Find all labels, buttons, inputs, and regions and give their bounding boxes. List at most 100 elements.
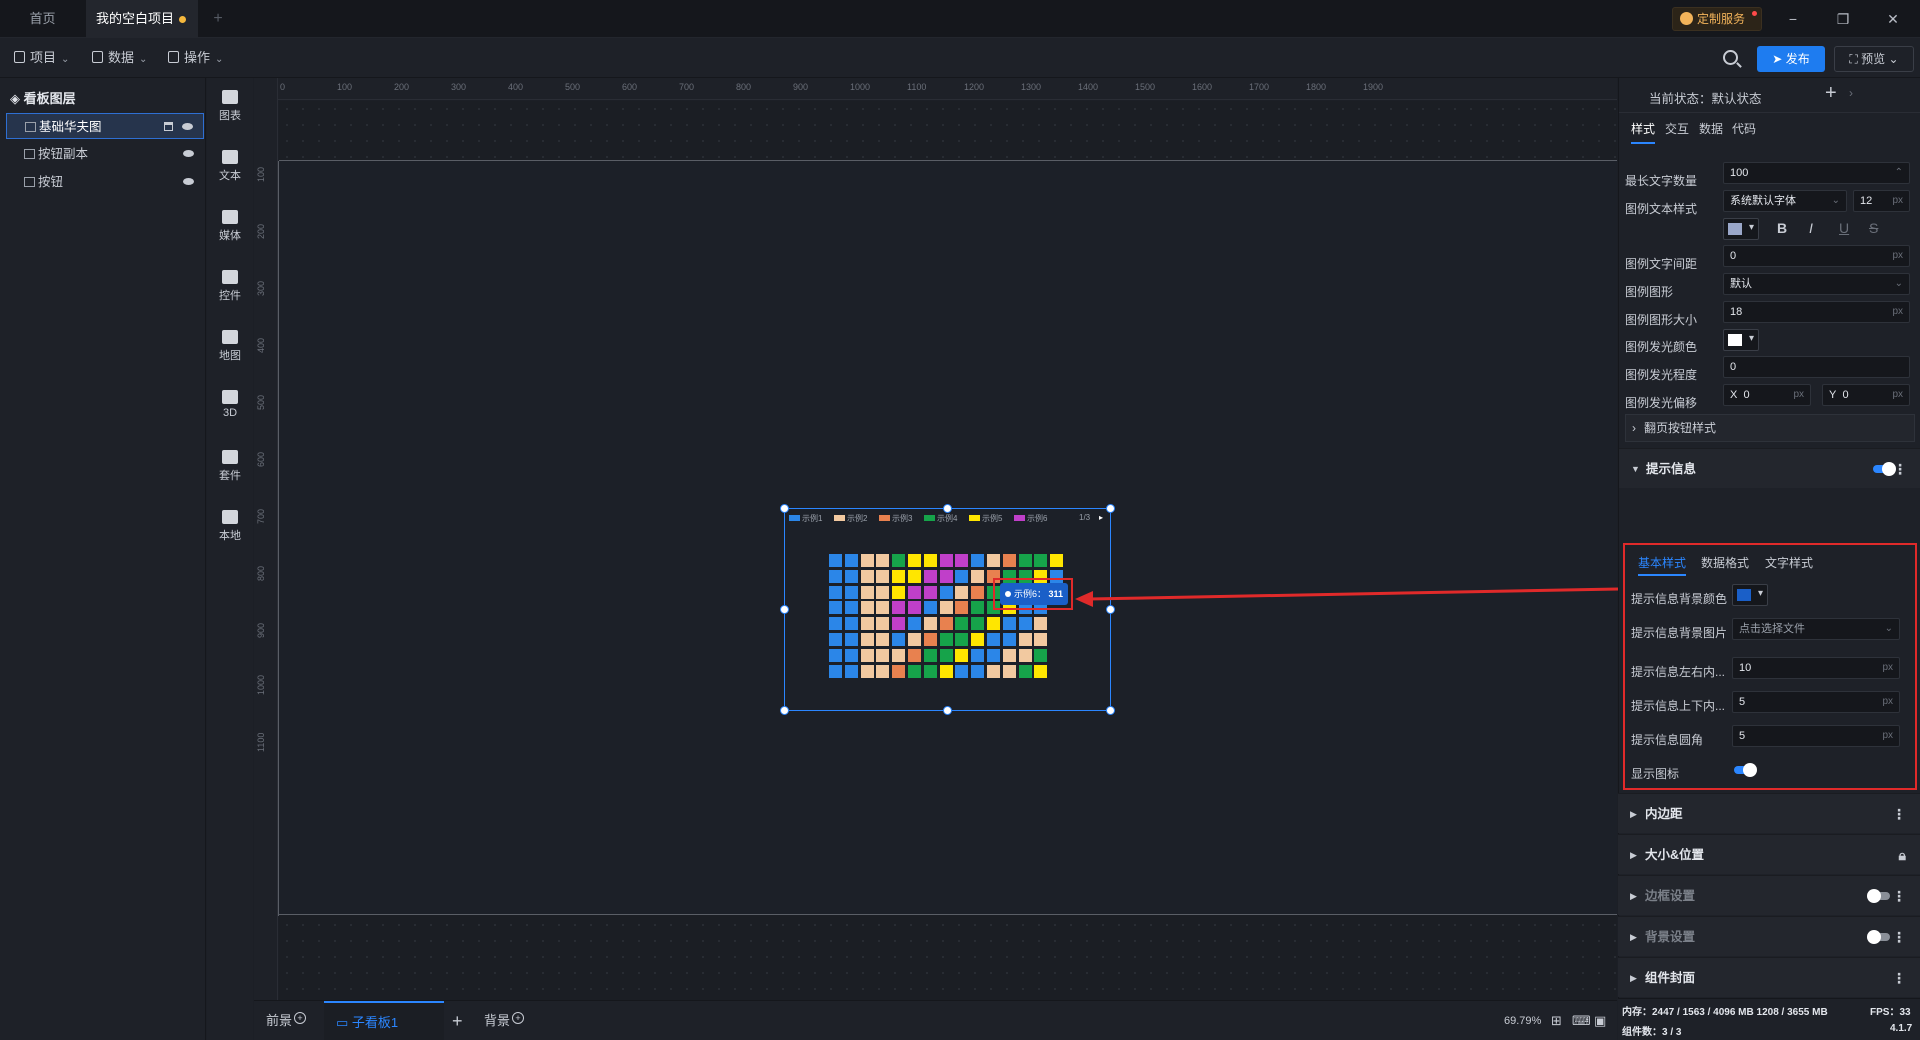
tooltip-toggle[interactable] bbox=[1873, 462, 1896, 476]
strikethrough-icon[interactable]: S bbox=[1869, 220, 1878, 236]
waffle-cell[interactable] bbox=[1050, 554, 1064, 567]
waffle-cell[interactable] bbox=[971, 648, 985, 662]
tab-style[interactable]: 样式 bbox=[1631, 120, 1656, 144]
legend-glow-offset-x-input[interactable]: X 0 px bbox=[1723, 384, 1811, 406]
waffle-cell[interactable] bbox=[1018, 664, 1032, 678]
section-padding[interactable]: ▶ 内边距 ⋮ bbox=[1618, 793, 1920, 833]
waffle-cell[interactable] bbox=[939, 585, 953, 599]
waffle-cell[interactable] bbox=[923, 569, 937, 583]
waffle-cell[interactable] bbox=[939, 569, 953, 583]
waffle-cell[interactable] bbox=[971, 664, 985, 678]
tool-media[interactable]: 媒体 bbox=[207, 210, 253, 243]
waffle-cell[interactable] bbox=[955, 554, 969, 567]
menu-project[interactable]: 项目 ⌄ bbox=[14, 38, 69, 78]
waffle-cell[interactable] bbox=[844, 569, 858, 583]
legend-shape-select[interactable]: 默认 ⌄ bbox=[1723, 273, 1910, 295]
legend-item[interactable]: 示例4 bbox=[924, 513, 957, 524]
fit-screen-icon[interactable]: ⊞ bbox=[1551, 1001, 1562, 1040]
waffle-cell[interactable] bbox=[1002, 648, 1016, 662]
waffle-cell[interactable] bbox=[908, 664, 921, 678]
section-border[interactable]: ▶ 边框设置 ⋮ bbox=[1618, 875, 1920, 915]
tool-control[interactable]: 控件 bbox=[207, 270, 253, 303]
tab-data[interactable]: 数据 bbox=[1699, 120, 1723, 137]
waffle-cell[interactable] bbox=[908, 617, 921, 631]
waffle-cell[interactable] bbox=[971, 617, 985, 631]
legend-text-color-picker[interactable] bbox=[1723, 218, 1759, 240]
waffle-cell[interactable] bbox=[829, 633, 842, 646]
menu-data[interactable]: 数据 ⌄ bbox=[92, 38, 147, 78]
waffle-cell[interactable] bbox=[860, 585, 874, 599]
tab-home[interactable]: 首页 bbox=[0, 0, 85, 38]
menu-operate[interactable]: 操作 ⌄ bbox=[168, 38, 223, 78]
waffle-cell[interactable] bbox=[876, 569, 890, 583]
layer-item-waffle[interactable]: 基础华夫图 bbox=[6, 113, 204, 139]
waffle-cell[interactable] bbox=[1034, 664, 1048, 678]
waffle-cell[interactable] bbox=[876, 664, 890, 678]
waffle-cell[interactable] bbox=[876, 554, 890, 567]
waffle-cell[interactable] bbox=[971, 601, 985, 615]
waffle-cell[interactable] bbox=[939, 617, 953, 631]
waffle-cell[interactable] bbox=[1018, 554, 1032, 567]
waffle-cell[interactable] bbox=[892, 601, 906, 615]
legend-letter-spacing-input[interactable]: 0 px bbox=[1723, 245, 1910, 267]
waffle-cell[interactable] bbox=[860, 648, 874, 662]
eye-icon[interactable] bbox=[182, 123, 193, 130]
waffle-cell[interactable] bbox=[923, 664, 937, 678]
waffle-cell[interactable] bbox=[955, 633, 969, 646]
waffle-cell[interactable] bbox=[955, 569, 969, 583]
legend-item[interactable]: 示例1 bbox=[789, 513, 822, 524]
waffle-cell[interactable] bbox=[829, 554, 842, 567]
border-toggle[interactable] bbox=[1867, 889, 1890, 903]
waffle-cell[interactable] bbox=[1034, 633, 1048, 646]
waffle-cell[interactable] bbox=[923, 648, 937, 662]
search-icon[interactable] bbox=[1723, 50, 1738, 65]
custom-service-button[interactable]: 定制服务 bbox=[1672, 7, 1762, 31]
tab-sub-board[interactable]: ▭ 子看板1 bbox=[324, 1001, 444, 1040]
waffle-cell[interactable] bbox=[923, 601, 937, 615]
waffle-cell[interactable] bbox=[844, 617, 858, 631]
waffle-cell[interactable] bbox=[860, 554, 874, 567]
tool-kit[interactable]: 套件 bbox=[207, 450, 253, 483]
legend-font-size-input[interactable]: 12 px bbox=[1853, 190, 1910, 212]
waffle-cell[interactable] bbox=[1002, 664, 1016, 678]
keyboard-icon[interactable]: ⌨ bbox=[1572, 1001, 1591, 1040]
waffle-cell[interactable] bbox=[939, 648, 953, 662]
waffle-cell[interactable] bbox=[844, 633, 858, 646]
waffle-cell[interactable] bbox=[955, 617, 969, 631]
dashboard-board[interactable]: 示例1 示例2 示例3 示例4 示例5 示例6 1/3 ▸ bbox=[278, 160, 1617, 916]
resize-handle[interactable] bbox=[943, 504, 952, 513]
waffle-cell[interactable] bbox=[939, 633, 953, 646]
tool-3d[interactable]: 3D bbox=[207, 390, 253, 419]
zoom-level[interactable]: 69.79% bbox=[1504, 1001, 1541, 1040]
background-toggle[interactable] bbox=[1867, 930, 1890, 944]
waffle-cell[interactable] bbox=[923, 554, 937, 567]
tool-map[interactable]: 地图 bbox=[207, 330, 253, 363]
legend-font-select[interactable]: 系统默认字体 ⌄ bbox=[1723, 190, 1847, 212]
waffle-cell[interactable] bbox=[908, 554, 921, 567]
eye-icon[interactable] bbox=[183, 150, 194, 157]
waffle-cell[interactable] bbox=[1002, 617, 1016, 631]
waffle-cell[interactable] bbox=[1034, 617, 1048, 631]
layer-item-button[interactable]: 按钮 bbox=[6, 169, 204, 195]
waffle-cell[interactable] bbox=[987, 648, 1000, 662]
waffle-cell[interactable] bbox=[908, 648, 921, 662]
waffle-cell[interactable] bbox=[1034, 554, 1048, 567]
tool-chart[interactable]: 图表 bbox=[207, 90, 253, 123]
waffle-cell[interactable] bbox=[892, 585, 906, 599]
waffle-cell[interactable] bbox=[892, 648, 906, 662]
waffle-cell[interactable] bbox=[892, 617, 906, 631]
waffle-cell[interactable] bbox=[1018, 648, 1032, 662]
waffle-cell[interactable] bbox=[892, 554, 906, 567]
waffle-cell[interactable] bbox=[876, 601, 890, 615]
stepper-up-icon[interactable]: ⌃ bbox=[1895, 163, 1903, 183]
layer-item-button-copy[interactable]: 按钮副本 bbox=[6, 141, 204, 167]
unlock-icon[interactable] bbox=[164, 122, 173, 131]
legend-item[interactable]: 示例3 bbox=[879, 513, 912, 524]
waffle-cell[interactable] bbox=[829, 664, 842, 678]
waffle-cell[interactable] bbox=[908, 585, 921, 599]
waffle-cell[interactable] bbox=[955, 648, 969, 662]
section-tooltip[interactable]: ▼ 提示信息 ⋮ bbox=[1619, 448, 1920, 488]
add-tab-button[interactable]: + bbox=[208, 0, 228, 38]
page-button-style-section[interactable]: › 翻页按钮样式 bbox=[1625, 414, 1915, 442]
waffle-cell[interactable] bbox=[1018, 617, 1032, 631]
